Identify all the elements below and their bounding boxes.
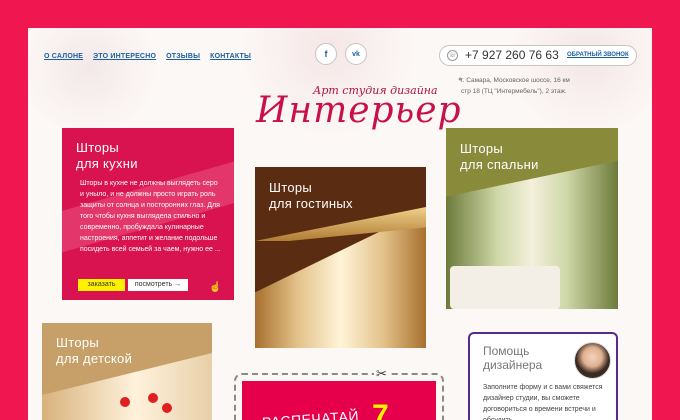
card-kitchen[interactable]: Шторы для кухни Шторы в кухне не должны … <box>62 128 234 300</box>
page: О САЛОНЕ ЭТО ИНТЕРЕСНО ОТЗЫВЫ КОНТАКТЫ f… <box>28 28 652 420</box>
view-button[interactable]: посмотреть → <box>128 279 188 291</box>
card-kitchen-description: Шторы в кухне не должны выглядеть серо и… <box>80 180 221 253</box>
help-title-line: дизайнера <box>483 358 543 372</box>
address-line-1: г. Самара, Московское шоссе, 16 км <box>461 77 570 84</box>
card-title-line: Шторы <box>76 140 120 155</box>
help-title: Помощь дизайнера <box>483 344 542 372</box>
promo-number: 7 <box>372 399 389 420</box>
card-living-room[interactable]: Шторы для гостиных <box>255 167 426 348</box>
card-bedroom-title: Шторы для спальни <box>460 141 539 173</box>
promo-text: РАСПЕЧАТАЙ <box>261 407 360 420</box>
nav-item-reviews[interactable]: ОТЗЫВЫ <box>166 53 200 60</box>
promo-body: РАСПЕЧАТАЙ 7 <box>242 381 436 420</box>
flower-icon <box>148 393 158 403</box>
scissors-icon: ✂ <box>374 366 389 382</box>
help-text: Заполните форму и с вами свяжется дизайн… <box>483 384 603 420</box>
card-kids-title: Шторы для детской <box>56 335 132 367</box>
nav-item-interesting[interactable]: ЭТО ИНТЕРЕСНО <box>93 53 156 60</box>
designer-help-box[interactable]: Помощь дизайнера Заполните форму и с вам… <box>468 332 618 420</box>
order-button[interactable]: заказать <box>78 279 125 291</box>
vk-button[interactable]: vk <box>345 43 367 65</box>
vk-icon: vk <box>352 50 360 58</box>
address: г. Самара, Московское шоссе, 16 км стр 1… <box>461 75 570 97</box>
flower-icon <box>162 403 172 413</box>
facebook-icon: f <box>324 49 328 59</box>
phone-number[interactable]: +7 927 260 76 63 <box>465 48 559 62</box>
card-kitchen-title: Шторы для кухни <box>76 140 138 172</box>
promo-coupon[interactable]: ✂ РАСПЕЧАТАЙ 7 <box>234 366 444 420</box>
card-title-line: для спальни <box>460 157 539 172</box>
card-title-line: Шторы <box>269 180 313 195</box>
designer-avatar <box>574 342 611 379</box>
card-title-line: Шторы <box>460 141 504 156</box>
phone-box: ☏ +7 927 260 76 63 ОБРАТНЫЙ ЗВОНОК <box>439 45 637 66</box>
help-title-line: Помощь <box>483 344 530 358</box>
address-line-2: стр 18 (ТЦ "Интермебель"), 2 этаж. <box>461 88 567 95</box>
hand-cursor-icon: ☝ <box>209 282 222 293</box>
flower-icon <box>120 397 130 407</box>
card-kids-room[interactable]: Шторы для детской <box>42 323 212 420</box>
card-bedroom[interactable]: Шторы для спальни <box>446 128 618 309</box>
nav-item-about[interactable]: О САЛОНЕ <box>44 53 83 60</box>
card-living-title: Шторы для гостиных <box>269 180 353 212</box>
callback-link[interactable]: ОБРАТНЫЙ ЗВОНОК <box>567 52 629 58</box>
card-title-line: для кухни <box>76 156 138 171</box>
bed-image <box>450 266 560 309</box>
facebook-button[interactable]: f <box>315 43 337 65</box>
logo-title[interactable]: Интерьер <box>256 90 462 131</box>
top-nav: О САЛОНЕ ЭТО ИНТЕРЕСНО ОТЗЫВЫ КОНТАКТЫ <box>44 53 251 60</box>
card-title-line: для детской <box>56 351 133 366</box>
card-title-line: для гостиных <box>269 196 353 211</box>
phone-icon: ☏ <box>447 50 458 61</box>
card-title-line: Шторы <box>56 335 100 350</box>
nav-item-contacts[interactable]: КОНТАКТЫ <box>210 53 251 60</box>
